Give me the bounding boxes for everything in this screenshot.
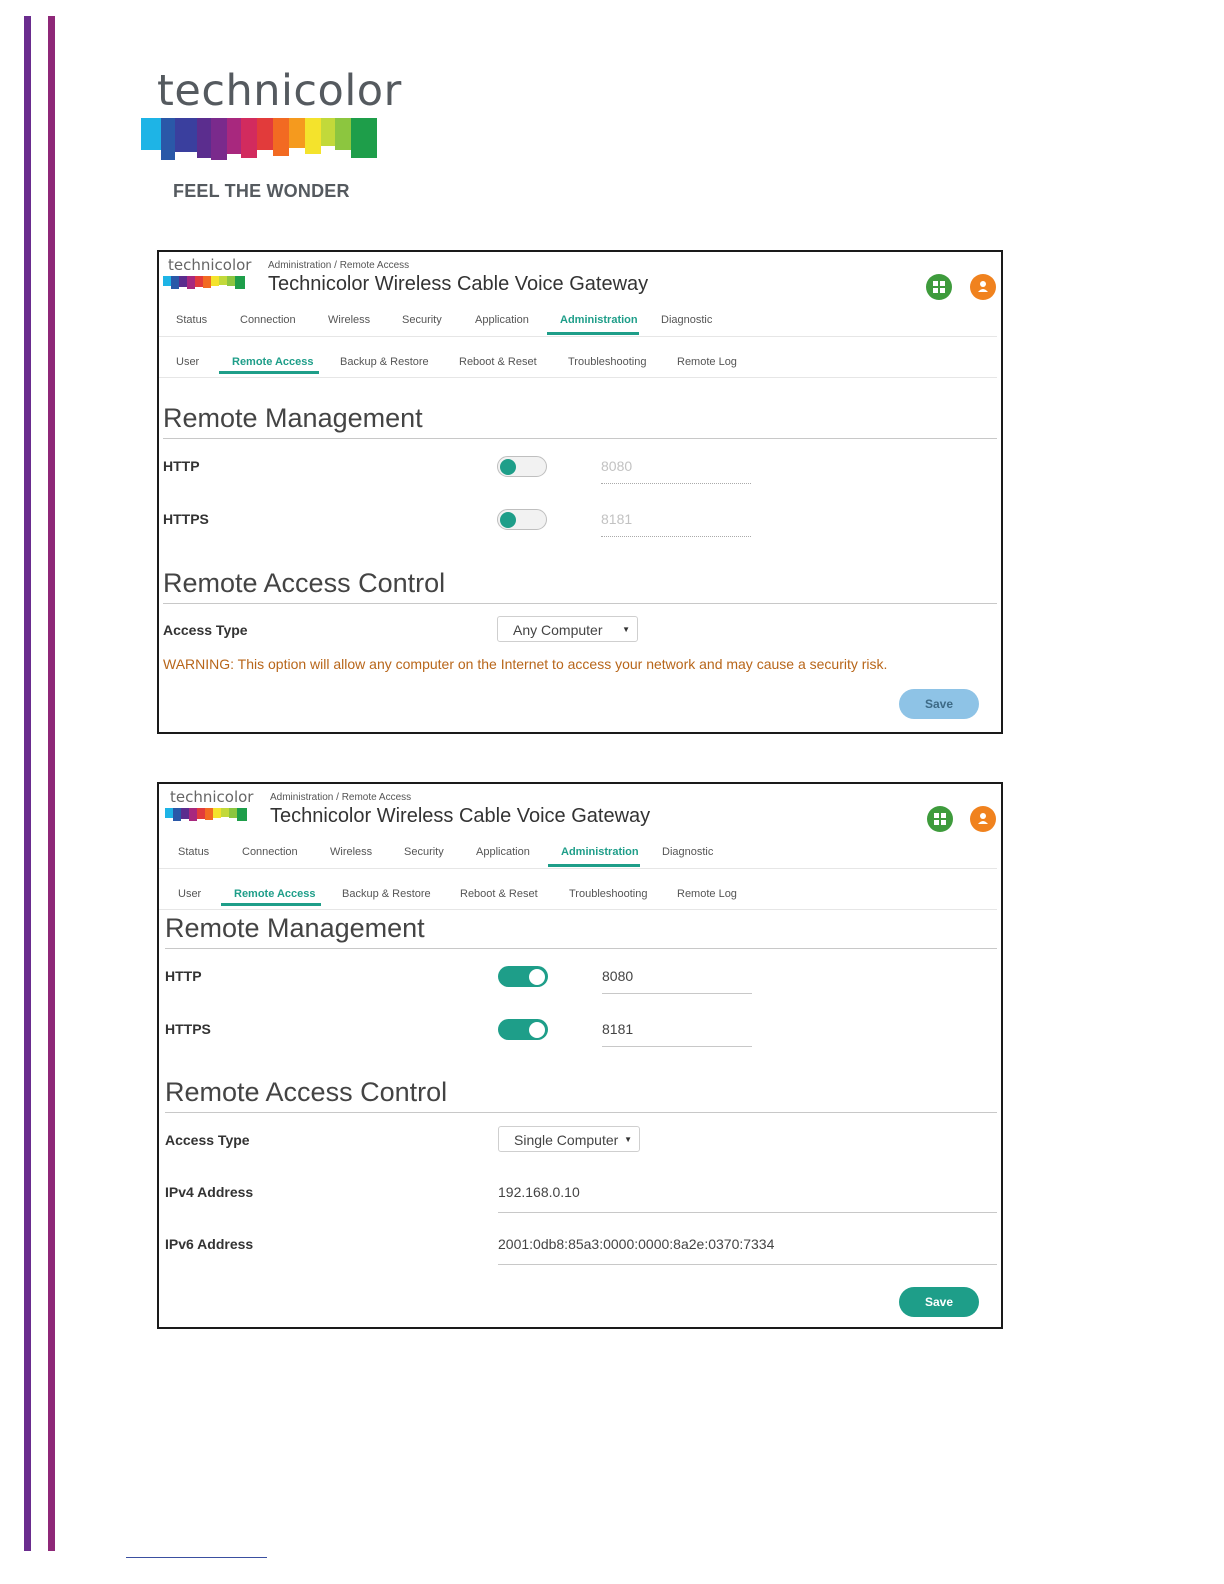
mini-logo-text: technicolor	[170, 788, 254, 806]
section-title-remote-access-control: Remote Access Control	[163, 568, 446, 598]
active-tab-underline	[548, 864, 640, 867]
save-button[interactable]: Save	[899, 689, 979, 719]
caret-down-icon: ▼	[624, 1135, 632, 1144]
subtab-remote-access[interactable]: Remote Access	[234, 888, 316, 900]
tab-diagnostic[interactable]: Diagnostic	[662, 846, 713, 858]
tab-wireless[interactable]: Wireless	[330, 846, 372, 858]
https-toggle[interactable]	[498, 1019, 548, 1040]
http-label: HTTP	[163, 458, 200, 474]
technicolor-logo-band	[141, 118, 377, 160]
footer-link-underline	[126, 1557, 267, 1558]
section-divider	[163, 438, 997, 439]
access-type-select[interactable]: Single Computer ▼	[498, 1126, 640, 1152]
main-nav: Status Connection Wireless Security Appl…	[159, 840, 997, 869]
user-icon[interactable]	[970, 274, 996, 300]
section-title-remote-management: Remote Management	[165, 913, 425, 943]
active-tab-underline	[547, 332, 639, 335]
left-accent-bar-purple	[24, 16, 31, 1551]
https-label: HTTPS	[165, 1021, 211, 1037]
user-icon[interactable]	[970, 806, 996, 832]
subtab-troubleshooting[interactable]: Troubleshooting	[568, 356, 646, 368]
sub-nav: User Remote Access Backup & Restore Rebo…	[159, 350, 997, 378]
grid-icon[interactable]	[927, 806, 953, 832]
subtab-user[interactable]: User	[178, 888, 201, 900]
tab-status[interactable]: Status	[178, 846, 209, 858]
active-subtab-underline	[221, 903, 321, 906]
tab-application[interactable]: Application	[476, 846, 530, 858]
screenshot-panel-enabled: technicolor Administration / Remote Acce…	[157, 782, 1003, 1329]
tab-connection[interactable]: Connection	[242, 846, 298, 858]
mini-logo-band	[163, 276, 245, 289]
toggle-knob	[500, 512, 516, 528]
grid-icon[interactable]	[926, 274, 952, 300]
access-type-value: Any Computer	[513, 622, 603, 638]
toggle-knob	[529, 969, 545, 985]
tab-connection[interactable]: Connection	[240, 314, 296, 326]
subtab-remote-access[interactable]: Remote Access	[232, 356, 314, 368]
tab-application[interactable]: Application	[475, 314, 529, 326]
https-label: HTTPS	[163, 511, 209, 527]
access-type-select[interactable]: Any Computer ▼	[497, 616, 638, 642]
breadcrumb: Administration / Remote Access	[268, 260, 410, 271]
technicolor-logo-text: technicolor	[157, 66, 402, 116]
breadcrumb: Administration / Remote Access	[270, 792, 412, 803]
ipv6-label: IPv6 Address	[165, 1236, 254, 1252]
http-toggle[interactable]	[498, 966, 548, 987]
subtab-backup-restore[interactable]: Backup & Restore	[342, 888, 431, 900]
section-divider	[163, 603, 997, 604]
sub-nav: User Remote Access Backup & Restore Rebo…	[159, 882, 997, 910]
section-title-remote-management: Remote Management	[163, 403, 423, 433]
subtab-user[interactable]: User	[176, 356, 199, 368]
toggle-knob	[500, 459, 516, 475]
subtab-backup-restore[interactable]: Backup & Restore	[340, 356, 429, 368]
subtab-reboot-reset[interactable]: Reboot & Reset	[460, 888, 538, 900]
tab-security[interactable]: Security	[402, 314, 442, 326]
http-port-input[interactable]: 8080	[601, 458, 751, 484]
save-button[interactable]: Save	[899, 1287, 979, 1317]
tab-status[interactable]: Status	[176, 314, 207, 326]
https-toggle[interactable]	[497, 509, 547, 530]
section-title-remote-access-control: Remote Access Control	[165, 1077, 448, 1107]
tab-security[interactable]: Security	[404, 846, 444, 858]
mini-logo-band	[165, 808, 247, 821]
caret-down-icon: ▼	[622, 625, 630, 634]
main-nav: Status Connection Wireless Security Appl…	[159, 308, 997, 337]
https-port-input[interactable]: 8181	[602, 1021, 752, 1047]
section-divider	[165, 948, 997, 949]
left-accent-bar-magenta	[48, 16, 55, 1551]
subtab-troubleshooting[interactable]: Troubleshooting	[569, 888, 647, 900]
http-label: HTTP	[165, 968, 202, 984]
gateway-title: Technicolor Wireless Cable Voice Gateway	[270, 805, 651, 827]
screenshot-panel-disabled: technicolor Administration / Remote Acce…	[157, 250, 1003, 734]
http-port-input[interactable]: 8080	[602, 968, 752, 994]
http-toggle[interactable]	[497, 456, 547, 477]
section-divider	[165, 1112, 997, 1113]
access-type-value: Single Computer	[514, 1132, 619, 1148]
security-warning: WARNING: This option will allow any comp…	[163, 656, 888, 672]
https-port-input[interactable]: 8181	[601, 511, 751, 537]
tagline: FEEL THE WONDER	[173, 181, 350, 201]
tab-wireless[interactable]: Wireless	[328, 314, 370, 326]
ipv4-address-input[interactable]: 192.168.0.10	[498, 1184, 997, 1213]
subtab-remote-log[interactable]: Remote Log	[677, 888, 737, 900]
ipv4-label: IPv4 Address	[165, 1184, 254, 1200]
tab-diagnostic[interactable]: Diagnostic	[661, 314, 712, 326]
access-type-label: Access Type	[165, 1132, 250, 1148]
toggle-knob	[529, 1022, 545, 1038]
subtab-remote-log[interactable]: Remote Log	[677, 356, 737, 368]
mini-logo-text: technicolor	[168, 256, 252, 274]
ipv6-address-input[interactable]: 2001:0db8:85a3:0000:0000:8a2e:0370:7334	[498, 1236, 997, 1265]
subtab-reboot-reset[interactable]: Reboot & Reset	[459, 356, 537, 368]
gateway-title: Technicolor Wireless Cable Voice Gateway	[268, 273, 649, 295]
tab-administration[interactable]: Administration	[560, 314, 638, 326]
active-subtab-underline	[219, 371, 319, 374]
access-type-label: Access Type	[163, 622, 248, 638]
tab-administration[interactable]: Administration	[561, 846, 639, 858]
